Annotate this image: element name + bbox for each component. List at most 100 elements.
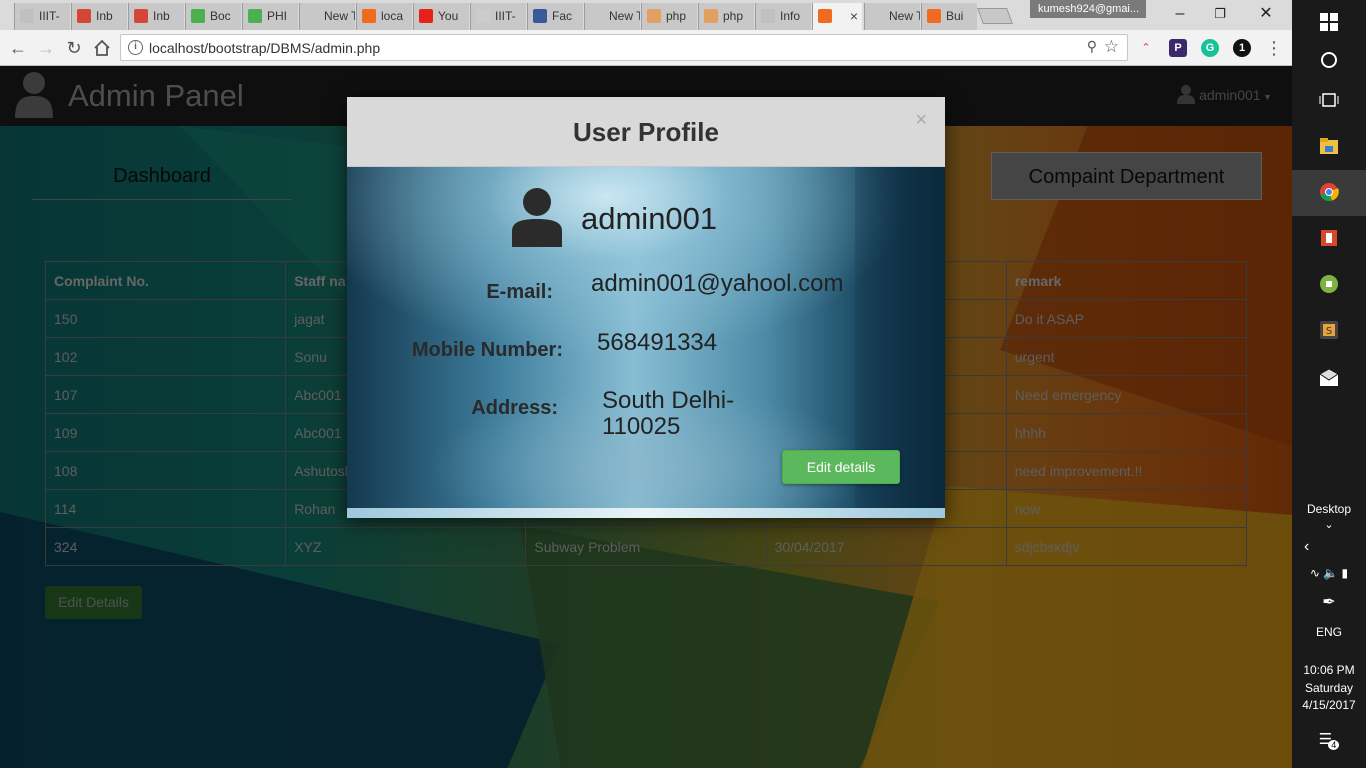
tab-favicon-icon [362, 9, 376, 23]
sublime-text-icon: S [1320, 321, 1338, 339]
grammarly-icon[interactable]: G [1201, 39, 1219, 57]
site-info-icon[interactable]: i [128, 40, 143, 55]
restore-icon[interactable]: ❐ [1200, 2, 1240, 26]
browser-tab[interactable]: New Ta [299, 3, 355, 30]
browser-tab[interactable]: loca [356, 3, 412, 30]
browser-tab[interactable]: You [413, 3, 469, 30]
clock-time[interactable]: 10:06 PM [1292, 663, 1366, 677]
tab-label: Boc [210, 9, 231, 23]
modal-body: admin001 E-mail: admin001@yahool.com Mob… [347, 167, 945, 518]
taskbar-app-green[interactable] [1292, 262, 1366, 308]
tab-label: IIIT- [39, 9, 60, 23]
close-window-icon[interactable]: ✕ [1246, 2, 1286, 26]
bookmark-star-icon[interactable]: ☆ [1104, 37, 1119, 57]
tab-favicon-icon [248, 9, 262, 23]
browser-tab[interactable]: php [641, 3, 697, 30]
extension-rainbow-icon[interactable]: ⌃ [1137, 39, 1155, 57]
svg-text:S: S [1326, 326, 1332, 337]
tab-label: Bui [946, 9, 964, 23]
back-icon[interactable]: ← [6, 36, 30, 60]
new-tab-button[interactable] [977, 8, 1013, 24]
tab-favicon-icon [476, 9, 490, 23]
profile-avatar-icon [512, 188, 562, 247]
green-app-icon [1320, 275, 1338, 293]
clock-day[interactable]: Saturday [1292, 681, 1366, 695]
extension-1password-icon[interactable]: 1 [1233, 39, 1251, 57]
browser-toolbar: ← → ↻ i localhost/bootstrap/DBMS/admin.p… [0, 30, 1292, 66]
extension-p-icon[interactable]: P [1169, 39, 1187, 57]
tab-favicon-icon [191, 9, 205, 23]
minimize-icon[interactable]: – [1160, 2, 1200, 26]
taskbar-chrome[interactable] [1292, 170, 1366, 216]
clock-date[interactable]: 4/15/2017 [1292, 698, 1366, 712]
tab-close-icon[interactable]: × [850, 3, 858, 29]
task-view-button[interactable] [1292, 78, 1366, 124]
tab-favicon-icon [419, 9, 433, 23]
tab-favicon-icon [134, 9, 148, 23]
chrome-icon [1320, 183, 1339, 202]
tab-label: Fac [552, 9, 573, 23]
home-icon[interactable] [90, 36, 114, 60]
forward-icon[interactable]: → [34, 36, 58, 60]
desktop-label[interactable]: Desktop [1292, 502, 1366, 516]
browser-tab[interactable]: IIIT- [470, 3, 526, 30]
taskbar-sublime[interactable]: S [1292, 308, 1366, 354]
mobile-label: Mobile Number: [411, 339, 563, 361]
chevron-down-icon[interactable]: ⌄ [1292, 518, 1366, 531]
browser-tab-strip: IIIT- Inb Inb Boc PHI New Ta loca You IIIT- Fac Ne… [0, 0, 1292, 30]
browser-tab[interactable]: × [812, 3, 862, 30]
browser-tab[interactable]: Fac [527, 3, 583, 30]
tab-favicon-icon [870, 9, 884, 23]
tab-label: You [438, 9, 459, 23]
language-indicator[interactable]: ENG [1292, 625, 1366, 639]
profile-username: admin001 [581, 201, 718, 236]
tab-label: php [666, 9, 687, 23]
wifi-icon[interactable]: ∿ [1310, 566, 1320, 580]
browser-tab[interactable]: Inb [128, 3, 184, 30]
notification-icon[interactable]: ☰4 [1292, 730, 1366, 750]
chevron-left-icon[interactable]: ‹ [1292, 538, 1366, 556]
browser-tab[interactable]: Bui [921, 3, 977, 30]
url-text: localhost/bootstrap/DBMS/admin.php [149, 40, 381, 56]
battery-icon[interactable]: ▮ [1342, 566, 1349, 580]
tab-favicon-icon [818, 9, 832, 23]
taskbar-app-red[interactable] [1292, 216, 1366, 262]
address-bar[interactable]: i localhost/bootstrap/DBMS/admin.php ⚲ ☆ [120, 34, 1128, 61]
browser-tab[interactable]: Inb [71, 3, 127, 30]
browser-tab[interactable]: Info [755, 3, 811, 30]
tab-favicon-icon [305, 9, 319, 23]
taskbar-file-explorer[interactable] [1292, 124, 1366, 170]
modal-header: User Profile × [347, 97, 945, 167]
tab-label: Inb [153, 9, 170, 23]
browser-tab[interactable]: Boc [185, 3, 241, 30]
tab-favicon-icon [77, 9, 91, 23]
tab-favicon-icon [20, 9, 34, 23]
reload-icon[interactable]: ↻ [62, 36, 86, 60]
browser-tab[interactable]: PHI [242, 3, 298, 30]
tab-favicon-icon [704, 9, 718, 23]
browser-tab[interactable]: New Ta [584, 3, 640, 30]
browser-tab[interactable]: IIIT- [14, 3, 70, 30]
browser-tab[interactable]: New Ta [864, 3, 920, 30]
pen-icon[interactable]: ✒ [1292, 592, 1366, 612]
modal-edit-details-button[interactable]: Edit details [782, 450, 900, 484]
mail-icon [1319, 368, 1339, 386]
email-label: E-mail: [486, 281, 553, 303]
tab-favicon-icon [927, 9, 941, 23]
profile-chip[interactable]: kumesh924@gmai... [1030, 0, 1146, 18]
volume-icon[interactable]: 🔈 [1323, 566, 1338, 580]
mobile-value: 568491334 [597, 329, 718, 356]
tab-favicon-icon [533, 9, 547, 23]
menu-dots-icon[interactable]: ⋮ [1262, 36, 1286, 60]
modal-close-icon[interactable]: × [915, 109, 927, 132]
tab-favicon-icon [761, 9, 775, 23]
user-profile-modal: User Profile × admin001 E-mail: admin001… [347, 97, 945, 518]
address-label: Address: [471, 397, 558, 419]
tab-label: php [723, 9, 744, 23]
tab-favicon-icon [647, 9, 661, 23]
taskbar-mail[interactable] [1292, 356, 1366, 402]
system-tray-icons[interactable]: ∿ 🔈 ▮ [1292, 566, 1366, 580]
browser-tab[interactable]: php [698, 3, 754, 30]
key-icon[interactable]: ⚲ [1087, 38, 1097, 55]
address-value: South Delhi-110025 [602, 387, 735, 440]
